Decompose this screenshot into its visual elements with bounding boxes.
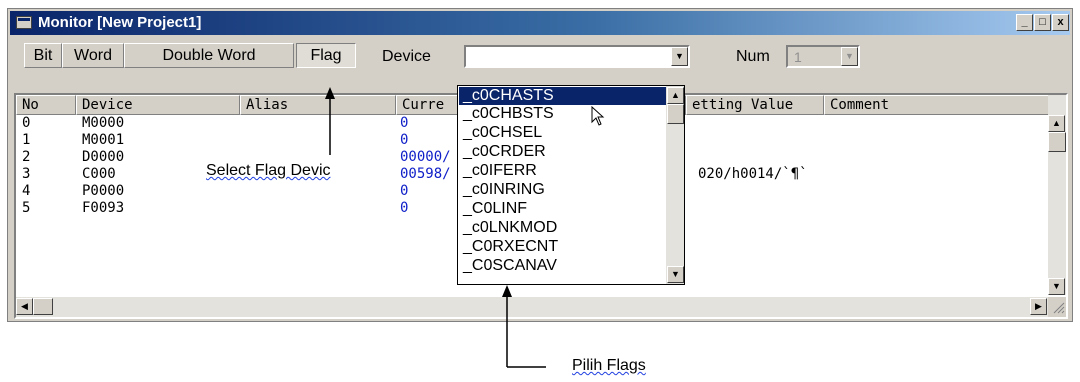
pilih-flags-text: Pilih Flags [572,357,646,374]
select-flag-text: Select Flag Devic [206,162,331,179]
pilih-flags-annotation: Pilih Flags [572,357,646,375]
select-flag-annotation: Select Flag Devic [206,162,331,180]
callout-arrows [325,87,546,368]
